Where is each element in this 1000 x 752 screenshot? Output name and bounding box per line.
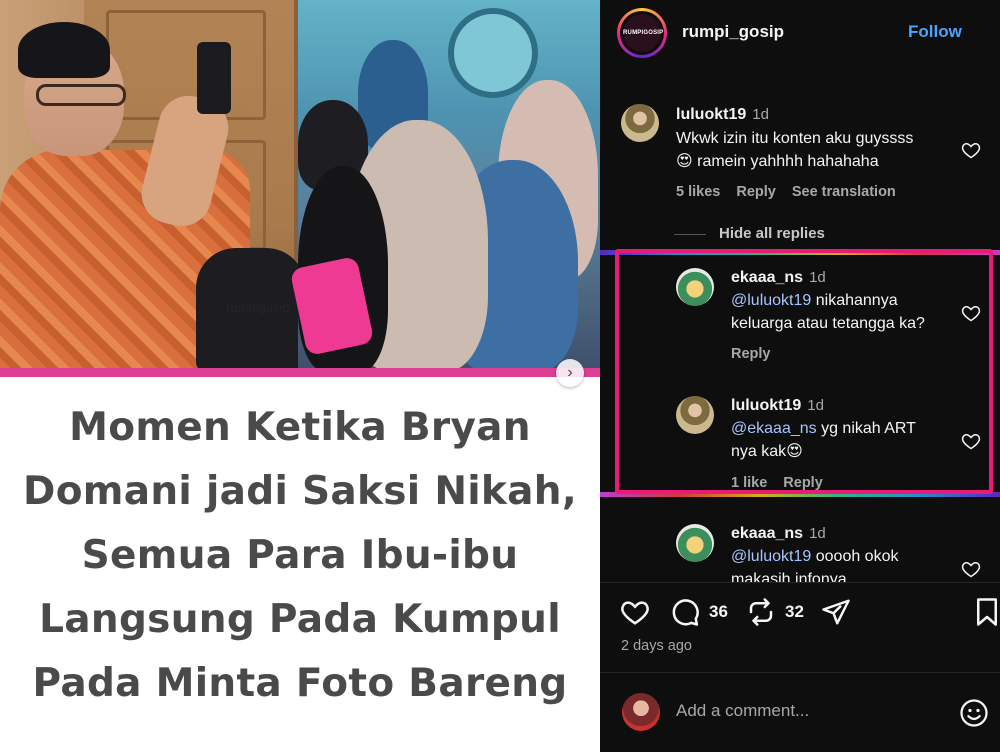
- post-photo[interactable]: rumpigosip: [0, 0, 600, 372]
- reply-link[interactable]: Reply: [731, 346, 771, 362]
- add-comment-input[interactable]: [676, 701, 936, 721]
- reply-text: @ekaaa_ns yg nikah ART nya kak😍: [731, 420, 916, 460]
- divider-line: [674, 234, 706, 235]
- reply-username[interactable]: ekaaa_ns: [731, 525, 803, 542]
- post-image-panel: rumpigosip › Momen Ketika Bryan Domani j…: [0, 0, 600, 752]
- avatar[interactable]: [676, 396, 714, 434]
- reply-meta: 1 like Reply: [731, 475, 839, 491]
- avatar[interactable]: [676, 268, 714, 306]
- headline-line: Domani jadi Saksi Nikah,: [23, 469, 577, 514]
- heart-icon[interactable]: [961, 431, 981, 451]
- post-header: RUMPIGOSIP rumpi_gosip Follow: [600, 0, 1000, 66]
- comment-text: Wkwk izin itu konten aku guyssss 😍 ramei…: [676, 130, 914, 170]
- heart-icon[interactable]: [961, 140, 981, 160]
- reply: ekaaa_ns 1d @luluokt19 nikahannya keluarg…: [600, 266, 1000, 376]
- post-timestamp: 2 days ago: [621, 638, 692, 654]
- rainbow-glow-bottom: [600, 492, 1000, 497]
- add-comment-row: [600, 672, 1000, 752]
- comment-count: 36: [709, 602, 728, 621]
- headline-line: Pada Minta Foto Bareng: [32, 661, 568, 706]
- chevron-right-icon[interactable]: ›: [556, 359, 584, 387]
- heart-icon[interactable]: [620, 597, 650, 627]
- comment-meta: 5 likes Reply See translation: [676, 184, 912, 200]
- headline-line: Momen Ketika Bryan: [69, 405, 531, 450]
- comment-icon[interactable]: [670, 597, 700, 627]
- wall-fan: [448, 8, 538, 98]
- headline-line: Semua Para Ibu-ibu: [81, 533, 519, 578]
- mention-link[interactable]: @ekaaa_ns: [731, 420, 817, 437]
- account-username[interactable]: rumpi_gosip: [682, 22, 784, 42]
- mention-link[interactable]: @luluokt19: [731, 548, 811, 565]
- action-bar: 36 32: [600, 582, 1000, 642]
- share-icon[interactable]: [821, 597, 851, 627]
- photo-right-half: [289, 0, 600, 372]
- likes-count[interactable]: 5 likes: [676, 184, 720, 200]
- bookmark-icon[interactable]: [972, 597, 1000, 627]
- reply-link[interactable]: Reply: [783, 475, 823, 491]
- follow-button[interactable]: Follow: [908, 22, 962, 42]
- heart-icon[interactable]: [961, 303, 981, 323]
- reply-text: @luluokt19 ooooh okok makasih infonya: [731, 548, 899, 582]
- reply-username[interactable]: ekaaa_ns: [731, 269, 803, 286]
- comment: luluokt19 1d Wkwk izin itu konten aku guy…: [600, 100, 1000, 210]
- accent-bar: [0, 368, 600, 377]
- reply: luluokt19 1d @ekaaa_ns yg nikah ART nya k…: [600, 394, 1000, 494]
- reply: ekaaa_ns 1d @luluokt19 ooooh okok makasih…: [600, 522, 1000, 582]
- photo-left-half: [0, 0, 306, 372]
- avatar-logo-text: RUMPIGOSIP: [623, 14, 663, 52]
- reply-meta: Reply: [731, 346, 787, 362]
- likes-count[interactable]: 1 like: [731, 475, 767, 491]
- mention-link[interactable]: @luluokt19: [731, 292, 811, 309]
- repost-count: 32: [785, 602, 804, 621]
- reply-link[interactable]: Reply: [736, 184, 776, 200]
- headline-line: Langsung Pada Kumpul: [39, 597, 561, 642]
- comments-panel: RUMPIGOSIP rumpi_gosip Follow luluokt19 1…: [600, 0, 1000, 752]
- hide-replies-button[interactable]: Hide all replies: [719, 225, 825, 242]
- avatar[interactable]: [676, 524, 714, 562]
- reply-username[interactable]: luluokt19: [731, 397, 801, 414]
- photo-watermark: rumpigosip: [226, 300, 290, 315]
- heart-icon[interactable]: [961, 559, 981, 579]
- eyeglasses: [36, 84, 126, 106]
- rainbow-glow-top: [600, 250, 1000, 255]
- post-headline: Momen Ketika Bryan Domani jadi Saksi Nik…: [0, 396, 600, 716]
- emoji-icon[interactable]: [959, 698, 989, 728]
- black-cap: [18, 22, 110, 78]
- reply-time: 1d: [809, 269, 826, 286]
- avatar: [622, 693, 660, 731]
- comment-username[interactable]: luluokt19: [676, 106, 746, 123]
- avatar[interactable]: [621, 104, 659, 142]
- repost-icon[interactable]: [746, 597, 776, 627]
- translation-link[interactable]: See translation: [792, 184, 896, 200]
- reply-text: @luluokt19 nikahannya keluarga atau teta…: [731, 292, 925, 332]
- comment-time: 1d: [752, 106, 769, 123]
- account-avatar[interactable]: RUMPIGOSIP: [617, 8, 667, 58]
- reply-time: 1d: [809, 525, 826, 542]
- smartphone: [197, 42, 231, 114]
- reply-time: 1d: [807, 397, 824, 414]
